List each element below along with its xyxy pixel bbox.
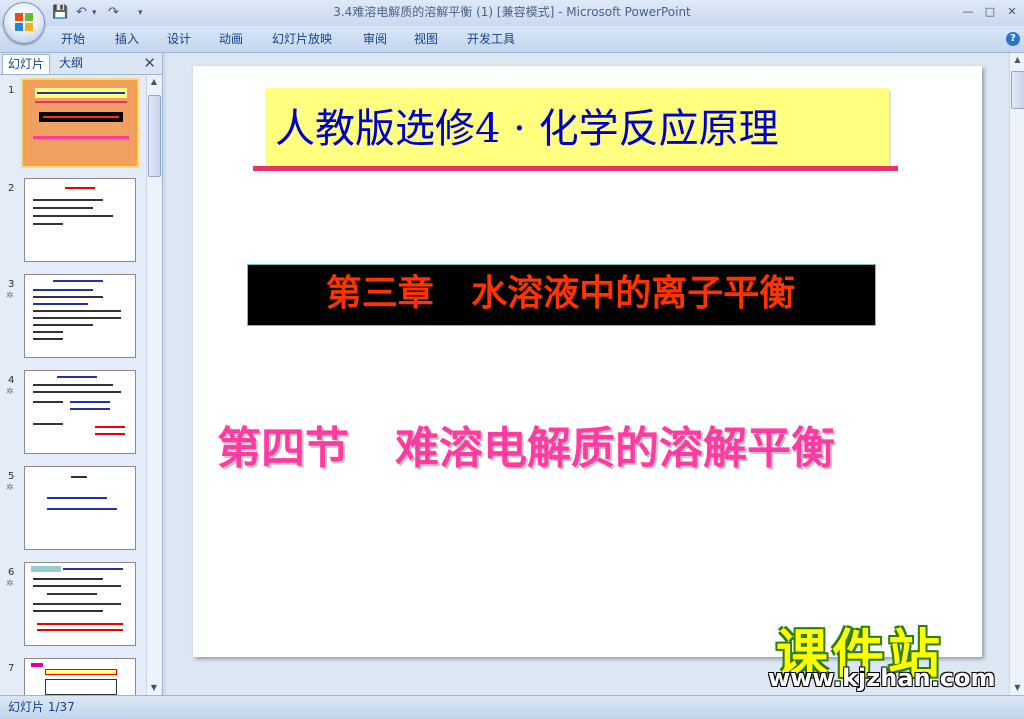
slide-thumbnail-2[interactable] <box>24 178 136 262</box>
slide-thumbnail-3[interactable] <box>24 274 136 358</box>
title-bar: 3.4难溶电解质的溶解平衡 (1) [兼容模式] - Microsoft Pow… <box>0 0 1024 26</box>
tab-slideshow[interactable]: 幻灯片放映 <box>272 26 332 52</box>
thumb-number: 1 <box>8 85 15 96</box>
slide-scrollbar[interactable]: ▲ ▼ <box>1009 53 1024 695</box>
chapter-heading[interactable]: 第三章 水溶液中的离子平衡 <box>247 264 874 324</box>
slide-thumbnail-5[interactable] <box>24 466 136 550</box>
customize-qat-icon[interactable]: ▾ <box>138 4 143 22</box>
animation-icon: ✲ <box>6 579 14 589</box>
undo-icon[interactable]: ↶ <box>76 4 87 22</box>
thumb-number: 4 <box>8 375 15 386</box>
office-logo-icon <box>15 13 33 31</box>
slide-thumbnail-1[interactable] <box>23 80 137 166</box>
thumbnail-list: 1 2 3 ✲ 4 ✲ 5 ✲ 6 ✲ 7 <box>0 75 146 695</box>
animation-icon: ✲ <box>6 291 14 301</box>
close-button[interactable]: ✕ <box>1002 3 1022 21</box>
tab-design[interactable]: 设计 <box>167 26 191 52</box>
scroll-up-icon[interactable]: ▲ <box>1010 53 1024 67</box>
title-underline <box>253 166 898 171</box>
thumb-number: 5 <box>8 471 15 482</box>
scroll-up-icon[interactable]: ▲ <box>147 75 161 89</box>
thumb-number: 7 <box>8 663 15 674</box>
tab-slides[interactable]: 幻灯片 <box>2 54 51 74</box>
animation-icon: ✲ <box>6 387 14 397</box>
save-icon[interactable]: 💾 <box>52 4 68 22</box>
section-heading[interactable]: 第四节 难溶电解质的溶解平衡 <box>217 412 835 476</box>
tab-animations[interactable]: 动画 <box>219 26 243 52</box>
window-title: 3.4难溶电解质的溶解平衡 (1) [兼容模式] - Microsoft Pow… <box>333 5 691 19</box>
tab-developer[interactable]: 开发工具 <box>467 26 515 52</box>
slides-panel: 幻灯片 大纲 ✕ 1 2 3 ✲ 4 ✲ 5 ✲ 6 ✲ 7 ▲ ▼ <box>0 53 163 695</box>
slide-canvas[interactable]: 人教版选修4 · 化学反应原理 第三章 水溶液中的离子平衡 第四节 难溶电解质的… <box>193 66 982 657</box>
slide-editing-area: 人教版选修4 · 化学反应原理 第三章 水溶液中的离子平衡 第四节 难溶电解质的… <box>166 53 1009 695</box>
help-icon[interactable]: ? <box>1006 32 1020 46</box>
slide-thumbnail-7[interactable] <box>24 658 136 695</box>
thumbnail-scrollbar[interactable]: ▲ ▼ <box>146 75 161 695</box>
slide-thumbnail-6[interactable] <box>24 562 136 646</box>
redo-icon[interactable]: ↷ <box>108 4 119 22</box>
office-button[interactable] <box>3 2 45 44</box>
tab-home[interactable]: 开始 <box>61 26 85 52</box>
scroll-thumb[interactable] <box>148 95 161 177</box>
thumb-number: 3 <box>8 279 15 290</box>
tab-insert[interactable]: 插入 <box>115 26 139 52</box>
slide-indicator: 幻灯片 1/37 <box>8 700 75 714</box>
panel-close-icon[interactable]: ✕ <box>143 53 156 74</box>
scroll-thumb[interactable] <box>1011 71 1024 109</box>
scroll-down-icon[interactable]: ▼ <box>147 681 161 695</box>
undo-dropdown-icon[interactable]: ▾ <box>92 4 97 22</box>
thumb-number: 2 <box>8 183 15 194</box>
animation-icon: ✲ <box>6 483 14 493</box>
slide-thumbnail-4[interactable] <box>24 370 136 454</box>
ribbon-tabs: 开始 插入 设计 动画 幻灯片放映 审阅 视图 开发工具 ? <box>0 26 1024 53</box>
slide-title[interactable]: 人教版选修4 · 化学反应原理 <box>275 96 779 154</box>
tab-outline[interactable]: 大纲 <box>54 54 88 73</box>
thumb-number: 6 <box>8 567 15 578</box>
status-bar: 幻灯片 1/37 <box>0 695 1024 719</box>
maximize-button[interactable]: □ <box>980 3 1000 21</box>
minimize-button[interactable]: — <box>958 3 978 21</box>
tab-review[interactable]: 审阅 <box>363 26 387 52</box>
scroll-down-icon[interactable]: ▼ <box>1010 681 1024 695</box>
panel-tabs: 幻灯片 大纲 ✕ <box>0 53 162 75</box>
watermark-url: www.kjzhan.com <box>768 664 996 692</box>
tab-view[interactable]: 视图 <box>414 26 438 52</box>
